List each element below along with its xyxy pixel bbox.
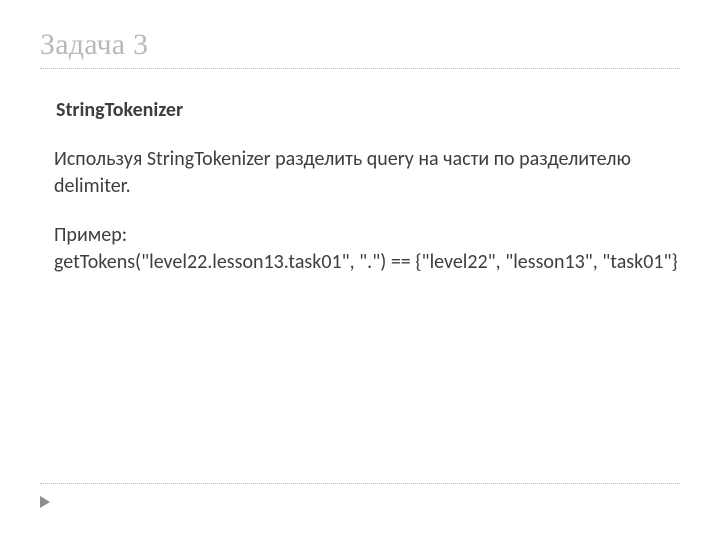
divider-top xyxy=(40,68,680,69)
slide: Задача 3 StringTokenizer Используя Strin… xyxy=(0,0,720,540)
description: Используя StringTokenizer разделить quer… xyxy=(54,146,680,200)
slide-title: Задача 3 xyxy=(40,28,680,62)
example-label: Пример: xyxy=(54,223,127,247)
subheading: StringTokenizer xyxy=(56,97,680,124)
example: Пример: getTokens("level22.lesson13.task… xyxy=(54,222,680,276)
divider-bottom xyxy=(40,483,680,484)
example-code: getTokens("level22.lesson13.task01", "."… xyxy=(54,250,678,274)
slide-body: StringTokenizer Используя StringTokenize… xyxy=(40,97,680,276)
play-icon xyxy=(40,496,50,508)
